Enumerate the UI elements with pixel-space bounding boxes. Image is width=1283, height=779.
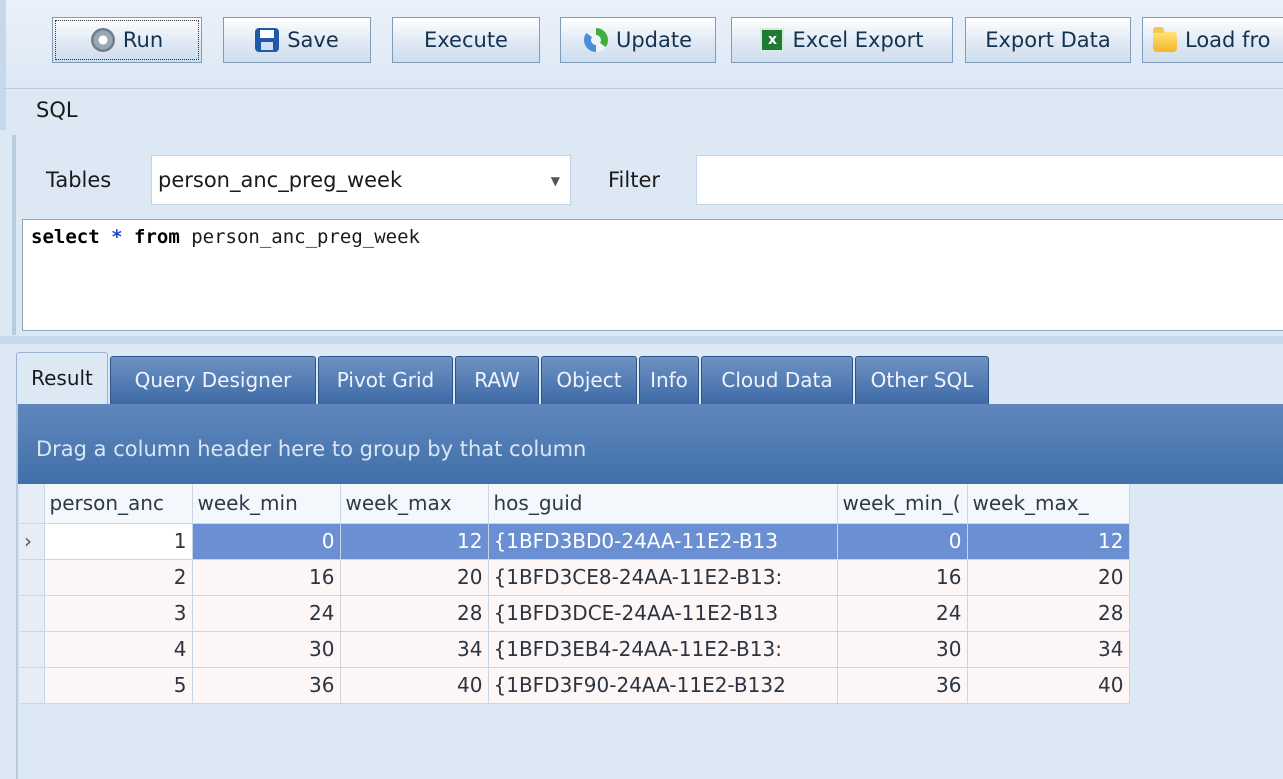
table-cell[interactable]: 16 xyxy=(837,559,968,596)
load-from-button-label: Load fro xyxy=(1185,28,1271,52)
table-cell[interactable]: 5 xyxy=(44,667,193,704)
row-indicator-icon[interactable]: › xyxy=(20,523,45,560)
gear-icon xyxy=(90,28,115,52)
sql-section-header[interactable]: SQL xyxy=(0,88,1283,130)
table-cell[interactable]: 30 xyxy=(837,631,968,668)
table-cell[interactable]: {1BFD3EB4-24AA-11E2-B13: xyxy=(488,631,838,668)
table-cell[interactable]: 0 xyxy=(192,523,341,560)
save-button[interactable]: Save xyxy=(223,17,371,63)
table-cell[interactable]: 4 xyxy=(44,631,193,668)
tables-dropdown-value: person_anc_preg_week xyxy=(158,168,403,192)
row-indicator[interactable] xyxy=(20,667,45,704)
excel-export-button[interactable]: x Excel Export xyxy=(731,17,953,63)
table-cell[interactable]: 16 xyxy=(192,559,341,596)
export-data-button[interactable]: Export Data xyxy=(965,17,1131,63)
column-header-week-max-2[interactable]: week_max_ xyxy=(967,484,1130,524)
sql-table-name: person_anc_preg_week xyxy=(191,226,420,248)
filter-label: Filter xyxy=(608,168,661,192)
result-grid-area: Drag a column header here to group by th… xyxy=(16,404,1283,779)
table-cell[interactable]: 40 xyxy=(340,667,489,704)
tab-result[interactable]: Result xyxy=(16,352,108,404)
table-cell[interactable]: 12 xyxy=(340,523,489,560)
update-icon xyxy=(583,28,608,52)
tab-other-sql[interactable]: Other SQL xyxy=(855,356,989,404)
result-grid: person_anc week_min week_max hos_guid we… xyxy=(20,484,1130,704)
table-cell[interactable]: {1BFD3CE8-24AA-11E2-B13: xyxy=(488,559,838,596)
group-by-hint: Drag a column header here to group by th… xyxy=(36,437,587,461)
result-tabs: Result Query Designer Pivot Grid RAW Obj… xyxy=(16,352,1283,404)
table-cell[interactable]: 24 xyxy=(192,595,341,632)
header-indicator xyxy=(20,484,45,524)
column-header-hos-guid[interactable]: hos_guid xyxy=(488,484,838,524)
table-cell[interactable]: 34 xyxy=(967,631,1130,668)
load-from-button[interactable]: Load fro xyxy=(1142,17,1283,63)
save-button-label: Save xyxy=(287,28,339,52)
table-cell[interactable]: 0 xyxy=(837,523,968,560)
row-indicator[interactable] xyxy=(20,595,45,632)
column-header-person-anc[interactable]: person_anc xyxy=(44,484,193,524)
tab-raw[interactable]: RAW xyxy=(455,356,539,404)
row-indicator[interactable] xyxy=(20,631,45,668)
toolbar: Run Save Execute Update x Excel Export E… xyxy=(0,0,1283,88)
chevron-down-icon[interactable]: ▼ xyxy=(551,156,560,206)
tab-cloud-data[interactable]: Cloud Data xyxy=(701,356,853,404)
table-cell[interactable]: 30 xyxy=(192,631,341,668)
tab-info[interactable]: Info xyxy=(639,356,699,404)
sql-panel: Tables person_anc_preg_week ▼ Filter sel… xyxy=(12,135,1283,335)
tab-pivot-grid[interactable]: Pivot Grid xyxy=(318,356,453,404)
table-cell[interactable]: {1BFD3BD0-24AA-11E2-B13 xyxy=(488,523,838,560)
execute-button-label: Execute xyxy=(424,28,508,52)
table-cell[interactable]: 3 xyxy=(44,595,193,632)
table-cell[interactable]: 2 xyxy=(44,559,193,596)
table-cell[interactable]: 12 xyxy=(967,523,1130,560)
table-row[interactable]: 3 24 28 {1BFD3DCE-24AA-11E2-B13 24 28 xyxy=(20,595,1130,632)
table-cell[interactable]: {1BFD3DCE-24AA-11E2-B13 xyxy=(488,595,838,632)
run-button-label: Run xyxy=(122,28,164,52)
table-cell[interactable]: 1 xyxy=(44,523,193,560)
column-header-week-min-2[interactable]: week_min_( xyxy=(837,484,968,524)
table-row[interactable]: › 1 0 12 {1BFD3BD0-24AA-11E2-B13 0 12 xyxy=(20,523,1130,560)
sql-section-title: SQL xyxy=(36,98,78,122)
table-cell[interactable]: 28 xyxy=(340,595,489,632)
table-cell[interactable]: 20 xyxy=(967,559,1130,596)
update-button[interactable]: Update xyxy=(560,17,716,63)
group-by-panel[interactable]: Drag a column header here to group by th… xyxy=(18,404,1283,484)
execute-button[interactable]: Execute xyxy=(392,17,540,63)
save-icon xyxy=(255,28,280,52)
table-row[interactable]: 5 36 40 {1BFD3F90-24AA-11E2-B132 36 40 xyxy=(20,667,1130,704)
tab-query-designer[interactable]: Query Designer xyxy=(110,356,316,404)
export-data-button-label: Export Data xyxy=(985,28,1111,52)
header-row: person_anc week_min week_max hos_guid we… xyxy=(20,484,1130,524)
column-header-week-max[interactable]: week_max xyxy=(340,484,489,524)
table-cell[interactable]: 36 xyxy=(192,667,341,704)
sql-keyword-select: select xyxy=(31,226,100,248)
excel-export-button-label: Excel Export xyxy=(792,28,924,52)
folder-icon xyxy=(1153,26,1177,52)
sql-star: * xyxy=(111,226,123,248)
column-header-week-min[interactable]: week_min xyxy=(192,484,341,524)
splitter[interactable] xyxy=(0,336,1283,344)
table-cell[interactable]: 34 xyxy=(340,631,489,668)
table-cell[interactable]: 36 xyxy=(837,667,968,704)
tables-label: Tables xyxy=(46,168,112,192)
table-cell[interactable]: 24 xyxy=(837,595,968,632)
row-indicator[interactable] xyxy=(20,559,45,596)
table-cell[interactable]: 40 xyxy=(967,667,1130,704)
run-button[interactable]: Run xyxy=(52,17,202,63)
excel-icon: x xyxy=(760,28,785,52)
sql-editor[interactable]: select * from person_anc_preg_week xyxy=(22,219,1283,331)
table-cell[interactable]: 20 xyxy=(340,559,489,596)
table-row[interactable]: 2 16 20 {1BFD3CE8-24AA-11E2-B13: 16 20 xyxy=(20,559,1130,596)
tables-dropdown[interactable]: person_anc_preg_week ▼ xyxy=(151,155,571,205)
update-button-label: Update xyxy=(615,28,693,52)
table-cell[interactable]: {1BFD3F90-24AA-11E2-B132 xyxy=(488,667,838,704)
table-row[interactable]: 4 30 34 {1BFD3EB4-24AA-11E2-B13: 30 34 xyxy=(20,631,1130,668)
table-cell[interactable]: 28 xyxy=(967,595,1130,632)
filter-input[interactable] xyxy=(696,155,1283,205)
sql-keyword-from: from xyxy=(134,226,180,248)
tab-object[interactable]: Object xyxy=(541,356,637,404)
